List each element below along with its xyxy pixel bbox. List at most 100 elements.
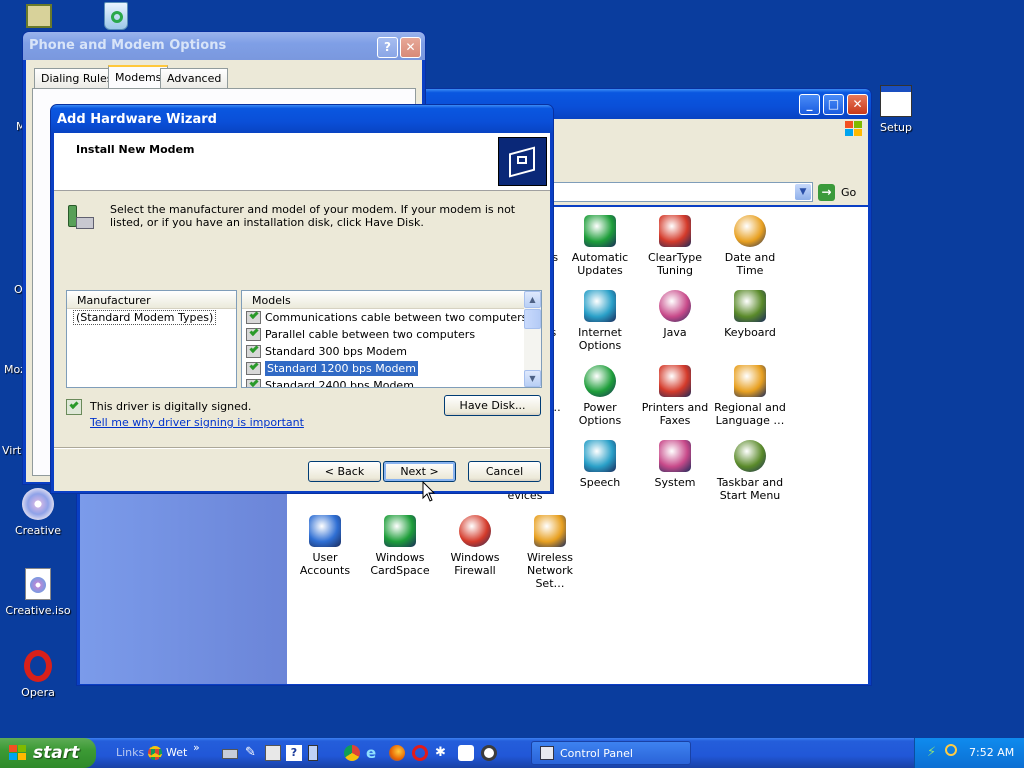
desktop-icon-recycle-bin[interactable]	[78, 2, 154, 30]
control-panel-item[interactable]: Date and Time	[712, 215, 788, 277]
tools-icon[interactable]: ✎	[245, 745, 261, 761]
control-panel-item[interactable]: Speech	[562, 440, 638, 489]
desktop-icon-opera[interactable]: Opera	[0, 650, 76, 699]
window-title: Add Hardware Wizard	[57, 112, 217, 127]
control-panel-item[interactable]: Power Options	[562, 365, 638, 427]
display-icon[interactable]	[308, 745, 318, 761]
page-title: Install New Modem	[76, 143, 195, 156]
model-list[interactable]: Models Communications cable between two …	[241, 290, 542, 388]
back-button[interactable]: < Back	[308, 461, 381, 482]
ie-icon[interactable]: e	[366, 745, 382, 761]
driver-signing-link[interactable]: Tell me why driver signing is important	[90, 416, 304, 429]
control-panel-item[interactable]: User Accounts	[287, 515, 363, 577]
control-panel-item-label: Internet Options	[578, 326, 622, 352]
media-icon[interactable]	[481, 745, 497, 761]
cancel-button[interactable]: Cancel	[468, 461, 541, 482]
control-panel-item[interactable]: Printers and Faxes	[637, 365, 713, 427]
wizard-client: Install New Modem Select the manufacture…	[54, 133, 550, 491]
keyboard-icon	[734, 290, 766, 322]
next-button[interactable]: Next >	[383, 461, 456, 482]
control-panel-item-label: Windows CardSpace	[370, 551, 430, 577]
models-header[interactable]: Models	[242, 291, 524, 309]
control-panel-item[interactable]: Internet Options	[562, 290, 638, 352]
taskbar-icon	[734, 440, 766, 472]
scroll-up-button[interactable]: ▲	[524, 291, 541, 308]
network-icon[interactable]: ✱	[435, 745, 451, 761]
firewall-icon	[459, 515, 491, 547]
chrome-quicklaunch-icon[interactable]	[344, 745, 360, 761]
scanner-icon[interactable]	[265, 745, 281, 761]
control-panel-item-label: Keyboard	[724, 326, 776, 339]
maximize-button[interactable]: □	[823, 94, 844, 115]
have-disk-button[interactable]: Have Disk...	[444, 395, 541, 416]
control-panel-item[interactable]: Wireless Network Set…	[512, 515, 588, 590]
close-button[interactable]: ✕	[400, 37, 421, 58]
control-panel-item[interactable]: Keyboard	[712, 290, 788, 339]
cardspace-icon	[384, 515, 416, 547]
close-button[interactable]: ✕	[847, 94, 868, 115]
control-panel-item[interactable]: Windows Firewall	[437, 515, 513, 577]
wizard-titlebar[interactable]: Add Hardware Wizard	[51, 105, 553, 133]
start-label: start	[33, 743, 80, 763]
modem-check-icon	[246, 360, 261, 375]
clock-icon	[734, 215, 766, 247]
scroll-thumb[interactable]	[524, 309, 541, 329]
control-panel-item-label: Printers and Faxes	[641, 401, 709, 427]
opera-icon[interactable]	[412, 745, 428, 761]
window-app-icon	[880, 85, 912, 117]
help-icon[interactable]: ?	[286, 745, 302, 761]
control-panel-item[interactable]: System	[637, 440, 713, 489]
clock[interactable]: 7:52 AM	[969, 746, 1014, 759]
tab-advanced[interactable]: Advanced	[160, 68, 229, 88]
manufacturer-list[interactable]: Manufacturer (Standard Modem Types)	[66, 290, 237, 388]
tab-dialing-rules[interactable]: Dialing Rules	[34, 68, 120, 88]
chevron-down-icon[interactable]: ▼	[795, 184, 811, 200]
control-panel-item[interactable]: Automatic Updates	[562, 215, 638, 277]
help-button[interactable]: ?	[377, 37, 398, 58]
list-item[interactable]: Standard 2400 bps Modem	[242, 377, 524, 387]
control-panel-icon	[540, 746, 554, 760]
settings-icon[interactable]	[458, 745, 474, 761]
java-icon	[659, 290, 691, 322]
minimize-button[interactable]: _	[799, 94, 820, 115]
firefox-icon[interactable]	[389, 745, 405, 761]
separator	[54, 447, 550, 449]
taskbar-button-control-panel[interactable]: Control Panel	[531, 741, 691, 765]
control-panel-item[interactable]: ClearType Tuning	[637, 215, 713, 277]
speech-icon	[584, 440, 616, 472]
tab-label: Advanced	[167, 72, 222, 85]
start-button[interactable]: start	[0, 738, 96, 768]
users-icon	[309, 515, 341, 547]
control-panel-item[interactable]: Windows CardSpace	[362, 515, 438, 577]
control-panel-item-label: Date and Time	[724, 251, 776, 277]
tab-label: Dialing Rules	[41, 72, 113, 85]
search-icon[interactable]	[945, 744, 957, 756]
list-item[interactable]: (Standard Modem Types)	[67, 309, 236, 326]
manufacturer-header[interactable]: Manufacturer	[67, 291, 236, 309]
scrollbar[interactable]: ▲ ▼	[524, 291, 541, 387]
links-toolbar-label[interactable]: Links	[116, 746, 144, 759]
go-button[interactable]: → Go	[817, 183, 861, 202]
control-panel-item[interactable]: Java	[637, 290, 713, 339]
desktop-icon-creative[interactable]: Creative	[0, 488, 76, 537]
control-panel-item-label: Taskbar and Start Menu	[716, 476, 784, 502]
control-panel-item[interactable]: Regional and Language …	[712, 365, 788, 427]
phone-modem-titlebar[interactable]: Phone and Modem Options	[23, 32, 425, 60]
modem-check-icon	[246, 377, 261, 387]
wireless-icon	[534, 515, 566, 547]
address-box[interactable]: ▼	[551, 182, 813, 202]
desktop-icon-creative-iso[interactable]: Creative.iso	[0, 568, 76, 617]
list-item[interactable]: Parallel cable between two computers	[242, 326, 524, 343]
control-panel-item[interactable]: Taskbar and Start Menu	[712, 440, 788, 502]
desktop-icon-top-left-1[interactable]	[2, 4, 78, 28]
web-link[interactable]: Wet	[166, 746, 187, 759]
list-item[interactable]: Communications cable between two compute…	[242, 309, 527, 326]
chevron-icon[interactable]: »	[193, 741, 200, 754]
list-item[interactable]: Standard 1200 bps Modem	[242, 360, 524, 377]
network-tray-icon[interactable]: ⚡	[927, 745, 941, 760]
chrome-icon[interactable]	[148, 746, 162, 760]
keyboard-icon[interactable]	[222, 749, 238, 759]
cleartype-icon	[659, 215, 691, 247]
list-item[interactable]: Standard 300 bps Modem	[242, 343, 524, 360]
scroll-down-button[interactable]: ▼	[524, 370, 541, 387]
